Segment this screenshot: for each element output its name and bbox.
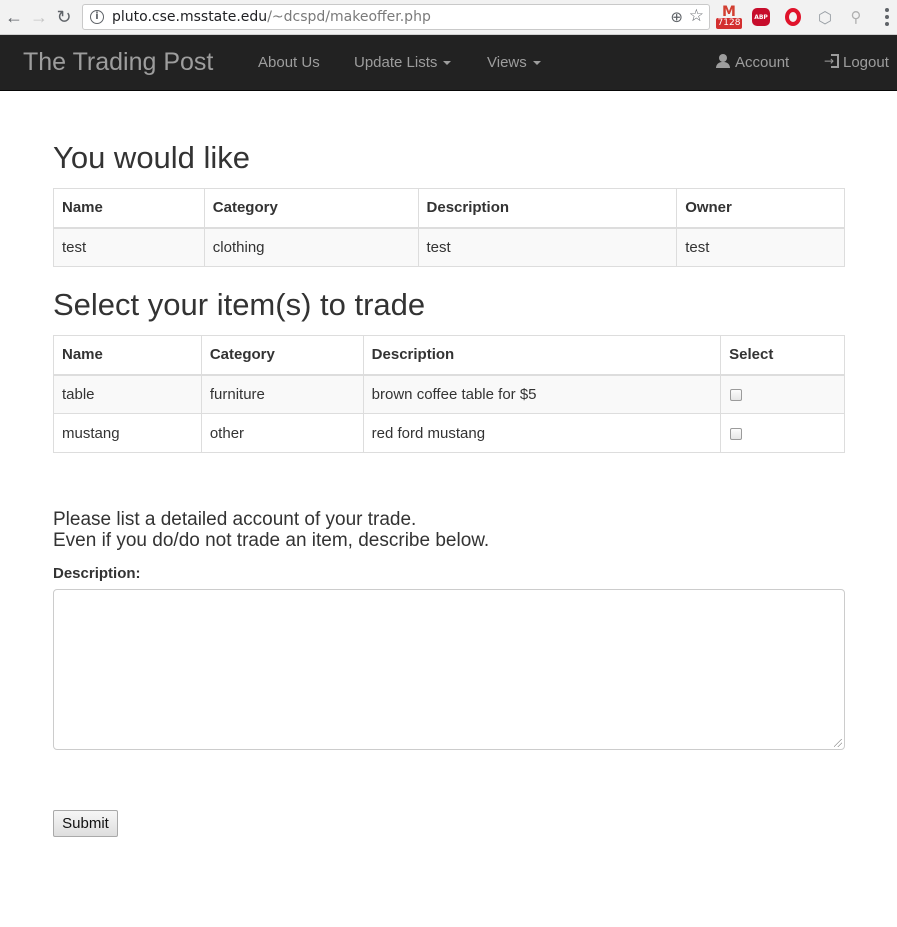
table-row: test clothing test test: [53, 227, 845, 267]
zoom-icon[interactable]: ⊕: [670, 8, 683, 26]
gmail-m-glyph: M: [722, 3, 736, 20]
adblock-icon[interactable]: ABP: [751, 7, 771, 27]
cell-description: brown coffee table for $5: [362, 374, 722, 414]
cell-owner: test: [676, 227, 845, 267]
offer-header-row: Name Category Description Select: [53, 335, 845, 376]
search-extension-icon[interactable]: ⚲: [846, 7, 866, 27]
cell-select: [720, 374, 845, 414]
caret-down-icon: [532, 61, 541, 66]
site-navbar: The Trading Post About Us Update Lists V…: [0, 35, 897, 91]
caret-down-icon: [443, 61, 452, 66]
resize-grip-icon[interactable]: [834, 739, 842, 747]
cell-category: clothing: [203, 227, 419, 267]
menu-icon[interactable]: [882, 8, 892, 26]
cell-description: red ford mustang: [362, 413, 722, 453]
table-row: mustang other red ford mustang: [53, 413, 845, 453]
column-header: Name: [53, 335, 202, 376]
nav-about-us[interactable]: About Us: [258, 54, 320, 71]
instructions-line-1: Please list a detailed account of your t…: [53, 509, 417, 530]
cell-name: mustang: [53, 413, 202, 453]
forward-icon[interactable]: →: [27, 5, 51, 29]
reload-icon[interactable]: ↻: [52, 5, 76, 29]
brand-link[interactable]: The Trading Post: [23, 48, 213, 77]
column-header: Description: [417, 188, 678, 229]
select-checkbox[interactable]: [730, 427, 743, 440]
offer-table: Name Category Description Select table f…: [53, 335, 845, 453]
url-text[interactable]: pluto.cse.msstate.edu/~dcspd/makeoffer.p…: [112, 9, 431, 25]
wanted-table: Name Category Description Owner test clo…: [53, 188, 845, 267]
nav-views-label: Views: [487, 54, 527, 71]
description-textarea[interactable]: [53, 589, 845, 750]
info-icon[interactable]: i: [90, 10, 104, 24]
cell-description: test: [417, 227, 678, 267]
nav-logout-label: Logout: [843, 54, 889, 71]
adblock-label: ABP: [752, 8, 770, 26]
nav-account[interactable]: Account: [716, 54, 789, 71]
gmail-icon[interactable]: M 7128: [715, 3, 743, 29]
back-icon[interactable]: ←: [2, 5, 26, 29]
offer-heading: Select your item(s) to trade: [53, 287, 426, 322]
trade-instructions: Please list a detailed account of your t…: [53, 509, 489, 551]
description-label: Description:: [53, 565, 141, 582]
wanted-heading: You would like: [53, 140, 251, 175]
cell-name: table: [53, 374, 202, 414]
cell-category: furniture: [200, 374, 364, 414]
nav-update-lists-label: Update Lists: [354, 54, 438, 71]
nav-views[interactable]: Views: [487, 54, 541, 71]
opera-icon[interactable]: [783, 7, 803, 27]
cube-icon[interactable]: ⬡: [815, 7, 835, 27]
url-path: /~dcspd/makeoffer.php: [267, 9, 431, 25]
star-icon[interactable]: ☆: [689, 6, 704, 26]
column-header: Category: [203, 188, 419, 229]
nav-logout[interactable]: → Logout: [824, 54, 889, 71]
table-row: table furniture brown coffee table for $…: [53, 374, 845, 414]
logout-icon: →: [824, 54, 839, 68]
gmail-badge: 7128: [715, 17, 743, 29]
cell-name: test: [53, 227, 205, 267]
submit-button[interactable]: Submit: [53, 810, 118, 837]
nav-account-label: Account: [735, 54, 790, 71]
nav-update-lists[interactable]: Update Lists: [354, 54, 452, 71]
column-header: Name: [53, 188, 205, 229]
column-header: Description: [362, 335, 722, 376]
column-header: Select: [720, 335, 845, 376]
select-checkbox[interactable]: [730, 388, 743, 401]
url-host: pluto.cse.msstate.edu: [112, 9, 268, 25]
user-icon: [716, 54, 730, 68]
browser-toolbar: ← → ↻ i pluto.cse.msstate.edu/~dcspd/mak…: [0, 0, 897, 35]
column-header: Category: [200, 335, 364, 376]
cell-select: [720, 413, 845, 453]
instructions-line-2: Even if you do/do not trade an item, des…: [53, 530, 490, 551]
cell-category: other: [200, 413, 364, 453]
address-bar[interactable]: i pluto.cse.msstate.edu/~dcspd/makeoffer…: [82, 4, 710, 30]
wanted-header-row: Name Category Description Owner: [53, 188, 845, 229]
column-header: Owner: [676, 188, 845, 229]
